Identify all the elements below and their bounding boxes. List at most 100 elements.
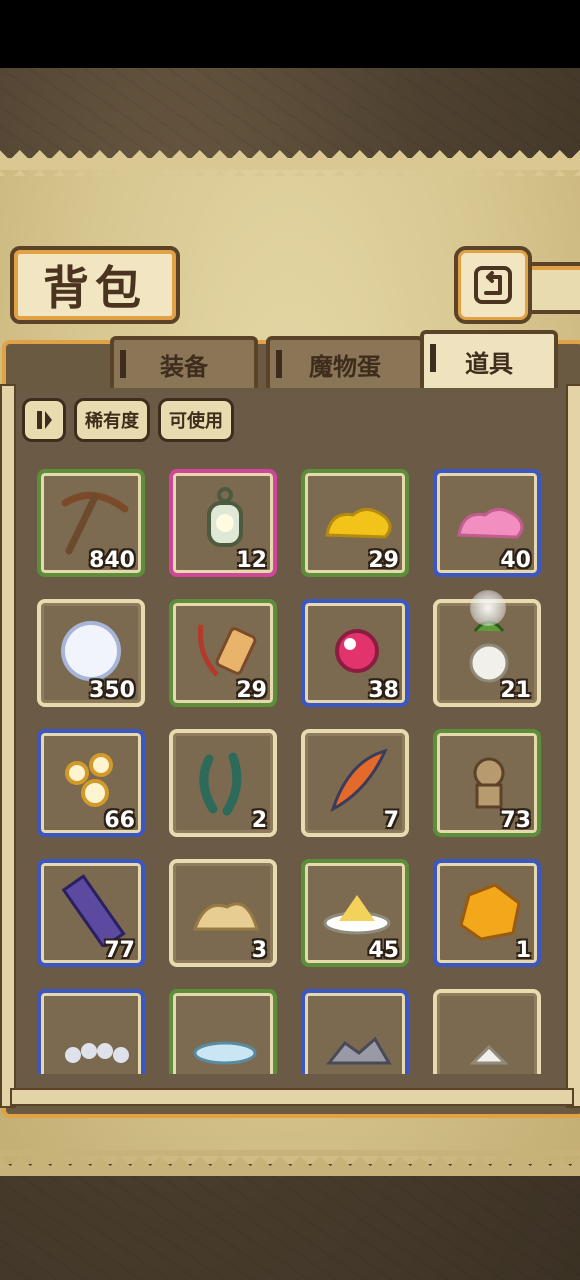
item-slot-crystal-bar[interactable]: 77: [37, 859, 145, 967]
pink-orb-icon: [335, 629, 379, 673]
item-count: 40: [500, 548, 531, 573]
item-slot-pearl-necklace[interactable]: [37, 989, 145, 1074]
item-slot-gold-pearls[interactable]: 66: [37, 729, 145, 837]
usable-filter-button[interactable]: 可使用: [158, 398, 234, 442]
item-cell: 77: [26, 848, 158, 978]
item-grid-viewport[interactable]: 3594651026284012294035029382166277377345…: [26, 460, 556, 1074]
item-slot-yellow-slime[interactable]: 29: [301, 469, 409, 577]
item-slot-powder-plate[interactable]: 45: [301, 859, 409, 967]
tab-bar: 装备 魔物蛋 道具: [10, 330, 576, 392]
item-cell: 7: [290, 718, 422, 848]
lantern-icon: [207, 487, 243, 547]
back-button[interactable]: [454, 246, 532, 324]
pink-slime-icon: [457, 508, 524, 539]
rarity-filter-button[interactable]: 稀有度: [74, 398, 150, 442]
item-slot-stone-fish[interactable]: [301, 989, 409, 1074]
crystal-bar-icon: [61, 874, 126, 947]
charm-tag-icon: [197, 624, 257, 677]
item-slot-water-bowl[interactable]: [169, 989, 277, 1074]
touch-indicator: [470, 590, 506, 626]
filter-bar: 稀有度 可使用: [22, 398, 234, 442]
item-grid: 3594651026284012294035029382166277377345…: [26, 460, 554, 1074]
item-slot-white-item[interactable]: [433, 989, 541, 1074]
gold-pearls-icon: [65, 753, 113, 807]
item-count: 77: [104, 938, 135, 963]
item-slot-snowball[interactable]: 350: [37, 599, 145, 707]
item-cell: 29: [290, 460, 422, 588]
pause-sort-icon: [37, 411, 52, 429]
title-plate: 背包: [10, 246, 180, 324]
snowball-icon: [61, 621, 121, 681]
item-cell: [26, 978, 158, 1074]
item-count: 73: [500, 808, 531, 833]
item-cell: 2: [158, 718, 290, 848]
item-cell: [290, 978, 422, 1074]
pickaxe-icon: [61, 491, 129, 555]
item-count: 2: [251, 808, 267, 833]
water-bowl-icon: [193, 1041, 257, 1065]
frame-rail-right: [566, 384, 580, 1108]
item-count: 29: [236, 678, 267, 703]
tab-label: 道具: [465, 349, 513, 378]
item-count: 3: [251, 938, 267, 963]
page-title: 背包: [43, 261, 147, 315]
item-cell: 40: [422, 460, 554, 588]
item-cell: 38: [290, 588, 422, 718]
item-slot-seaweed[interactable]: 2: [169, 729, 277, 837]
voodoo-doll-icon: [473, 757, 505, 809]
item-slot-gold-nugget[interactable]: 1: [433, 859, 541, 967]
frame-rail-left: [0, 384, 16, 1108]
tab-equipment[interactable]: 装备: [110, 336, 258, 388]
item-count: 1: [515, 938, 531, 963]
seaweed-icon: [199, 752, 242, 816]
yellow-slime-icon: [325, 508, 392, 539]
stone-fish-icon: [325, 1036, 392, 1065]
tab-label: 装备: [160, 352, 208, 381]
white-shard-icon: [469, 1044, 509, 1065]
item-cell: 1: [422, 848, 554, 978]
gold-nugget-icon: [459, 883, 521, 941]
item-slot-pink-orb[interactable]: 38: [301, 599, 409, 707]
item-cell: [158, 978, 290, 1074]
powder-plate-icon: [323, 895, 391, 935]
item-cell: 66: [26, 718, 158, 848]
item-slot-sand-pile[interactable]: 3: [169, 859, 277, 967]
item-cell: [422, 978, 554, 1074]
parchment-edge-top: [0, 150, 580, 176]
item-cell: 840: [26, 460, 158, 588]
sort-toggle-button[interactable]: [22, 398, 66, 442]
frame-rail-bottom: [10, 1088, 574, 1106]
item-cell: 12: [158, 460, 290, 588]
item-cell: 45: [290, 848, 422, 978]
item-cell: 350: [26, 588, 158, 718]
item-cell: 73: [422, 718, 554, 848]
item-count: 21: [500, 678, 531, 703]
tab-label: 魔物蛋: [309, 352, 381, 381]
item-slot-voodoo-doll[interactable]: 73: [433, 729, 541, 837]
item-count: 45: [368, 938, 399, 963]
item-slot-charm-tag[interactable]: 29: [169, 599, 277, 707]
item-count: 7: [383, 808, 399, 833]
tab-divider: [276, 350, 282, 378]
tab-monster-egg[interactable]: 魔物蛋: [266, 336, 424, 388]
item-slot-lantern[interactable]: 12: [169, 469, 277, 577]
tab-items[interactable]: 道具: [420, 330, 558, 388]
item-cell: 29: [158, 588, 290, 718]
pearl-necklace-icon: [65, 1043, 129, 1063]
item-count: 66: [104, 808, 135, 833]
status-bar: [0, 0, 580, 68]
item-count: 38: [368, 678, 399, 703]
item-count: 350: [89, 678, 135, 703]
parchment-edge-bottom: [0, 1150, 580, 1176]
return-arrow-icon: [474, 266, 512, 304]
item-count: 840: [89, 548, 135, 573]
tab-divider: [430, 344, 436, 372]
feather-icon: [330, 748, 388, 813]
tab-divider: [120, 350, 126, 378]
item-count: 12: [236, 548, 267, 573]
item-count: 29: [368, 548, 399, 573]
item-slot-pickaxe[interactable]: 840: [37, 469, 145, 577]
item-slot-pink-slime[interactable]: 40: [433, 469, 541, 577]
sand-pile-icon: [192, 902, 260, 931]
item-slot-feather[interactable]: 7: [301, 729, 409, 837]
